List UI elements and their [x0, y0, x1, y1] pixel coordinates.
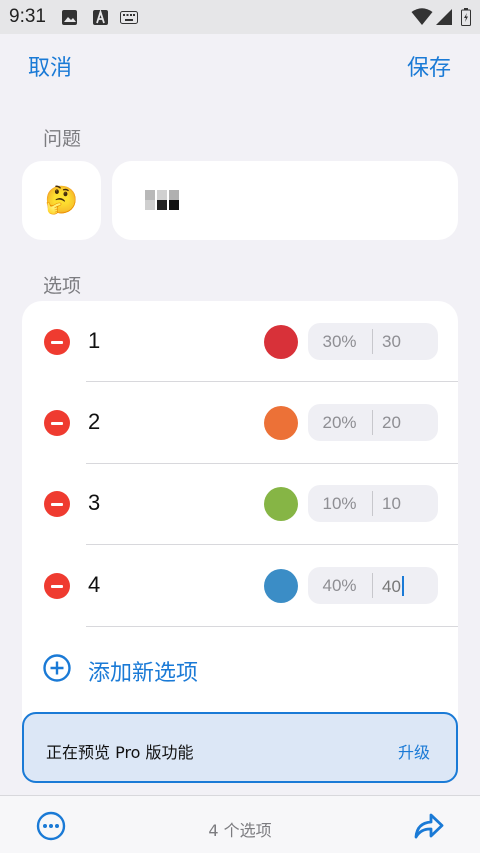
option-row: 3 10% 10 [22, 463, 458, 544]
bottom-toolbar: 4 个选项 [0, 795, 480, 853]
option-label[interactable]: 2 [88, 409, 100, 435]
option-value-field[interactable]: 20% 20 [308, 404, 438, 441]
divider [372, 410, 373, 435]
status-time: 9:31 [9, 6, 46, 27]
option-percent: 30% [322, 332, 357, 351]
option-value-input[interactable]: 10 [382, 494, 401, 514]
divider [372, 573, 373, 598]
signal-icon [435, 8, 453, 31]
option-label[interactable]: 3 [88, 490, 100, 516]
option-color-swatch[interactable] [264, 487, 298, 521]
wifi-icon [411, 8, 433, 31]
remove-option-button[interactable] [44, 573, 70, 599]
emoji: 🤔 [44, 185, 79, 215]
option-color-swatch[interactable] [264, 325, 298, 359]
plus-circle-icon [42, 653, 72, 688]
share-icon[interactable] [413, 811, 445, 846]
remove-option-button[interactable] [44, 329, 70, 355]
option-value-input[interactable]: 40 [382, 576, 404, 597]
save-button[interactable]: 保存 [407, 50, 451, 82]
option-value-field[interactable]: 30% 30 [308, 323, 438, 360]
divider [372, 329, 373, 354]
option-value-field[interactable]: 10% 10 [308, 485, 438, 522]
add-option-button[interactable]: 添加新选项 [22, 627, 458, 707]
keyboard-a-icon [92, 9, 109, 31]
options-section-label: 选项 [43, 275, 82, 297]
pro-preview-banner: 正在预览 Pro 版功能 升级 [22, 712, 458, 783]
keyboard-icon [120, 11, 138, 29]
status-bar: 9:31 [0, 0, 480, 34]
question-emoji-button[interactable]: 🤔 [22, 161, 101, 240]
divider [372, 491, 373, 516]
option-percent: 20% [322, 413, 357, 432]
question-section-label: 问题 [43, 128, 82, 150]
remove-option-button[interactable] [44, 491, 70, 517]
text-caret [401, 576, 404, 596]
option-label[interactable]: 4 [88, 572, 100, 598]
option-color-swatch[interactable] [264, 569, 298, 603]
upgrade-button[interactable]: 升级 [398, 739, 430, 763]
option-percent: 10% [322, 494, 357, 513]
option-percent: 40% [322, 576, 357, 595]
image-icon [61, 9, 78, 31]
option-count-label: 4 个选项 [208, 821, 272, 840]
option-row: 4 40% 40 [22, 545, 458, 626]
option-row: 2 20% 20 [22, 382, 458, 463]
option-value-field[interactable]: 40% 40 [308, 567, 438, 604]
option-row: 1 30% 30 [22, 301, 458, 382]
option-color-swatch[interactable] [264, 406, 298, 440]
option-label[interactable]: 1 [88, 328, 100, 354]
top-bar: 取消 保存 [0, 34, 480, 98]
battery-icon [461, 8, 471, 31]
redacted-text [145, 190, 181, 210]
add-option-label: 添加新选项 [88, 661, 199, 686]
question-input[interactable] [112, 161, 458, 240]
option-value-input[interactable]: 20 [382, 413, 401, 433]
cancel-button[interactable]: 取消 [28, 50, 72, 82]
pro-banner-text: 正在预览 Pro 版功能 [46, 743, 194, 762]
remove-option-button[interactable] [44, 410, 70, 436]
option-value-input[interactable]: 30 [382, 332, 401, 352]
